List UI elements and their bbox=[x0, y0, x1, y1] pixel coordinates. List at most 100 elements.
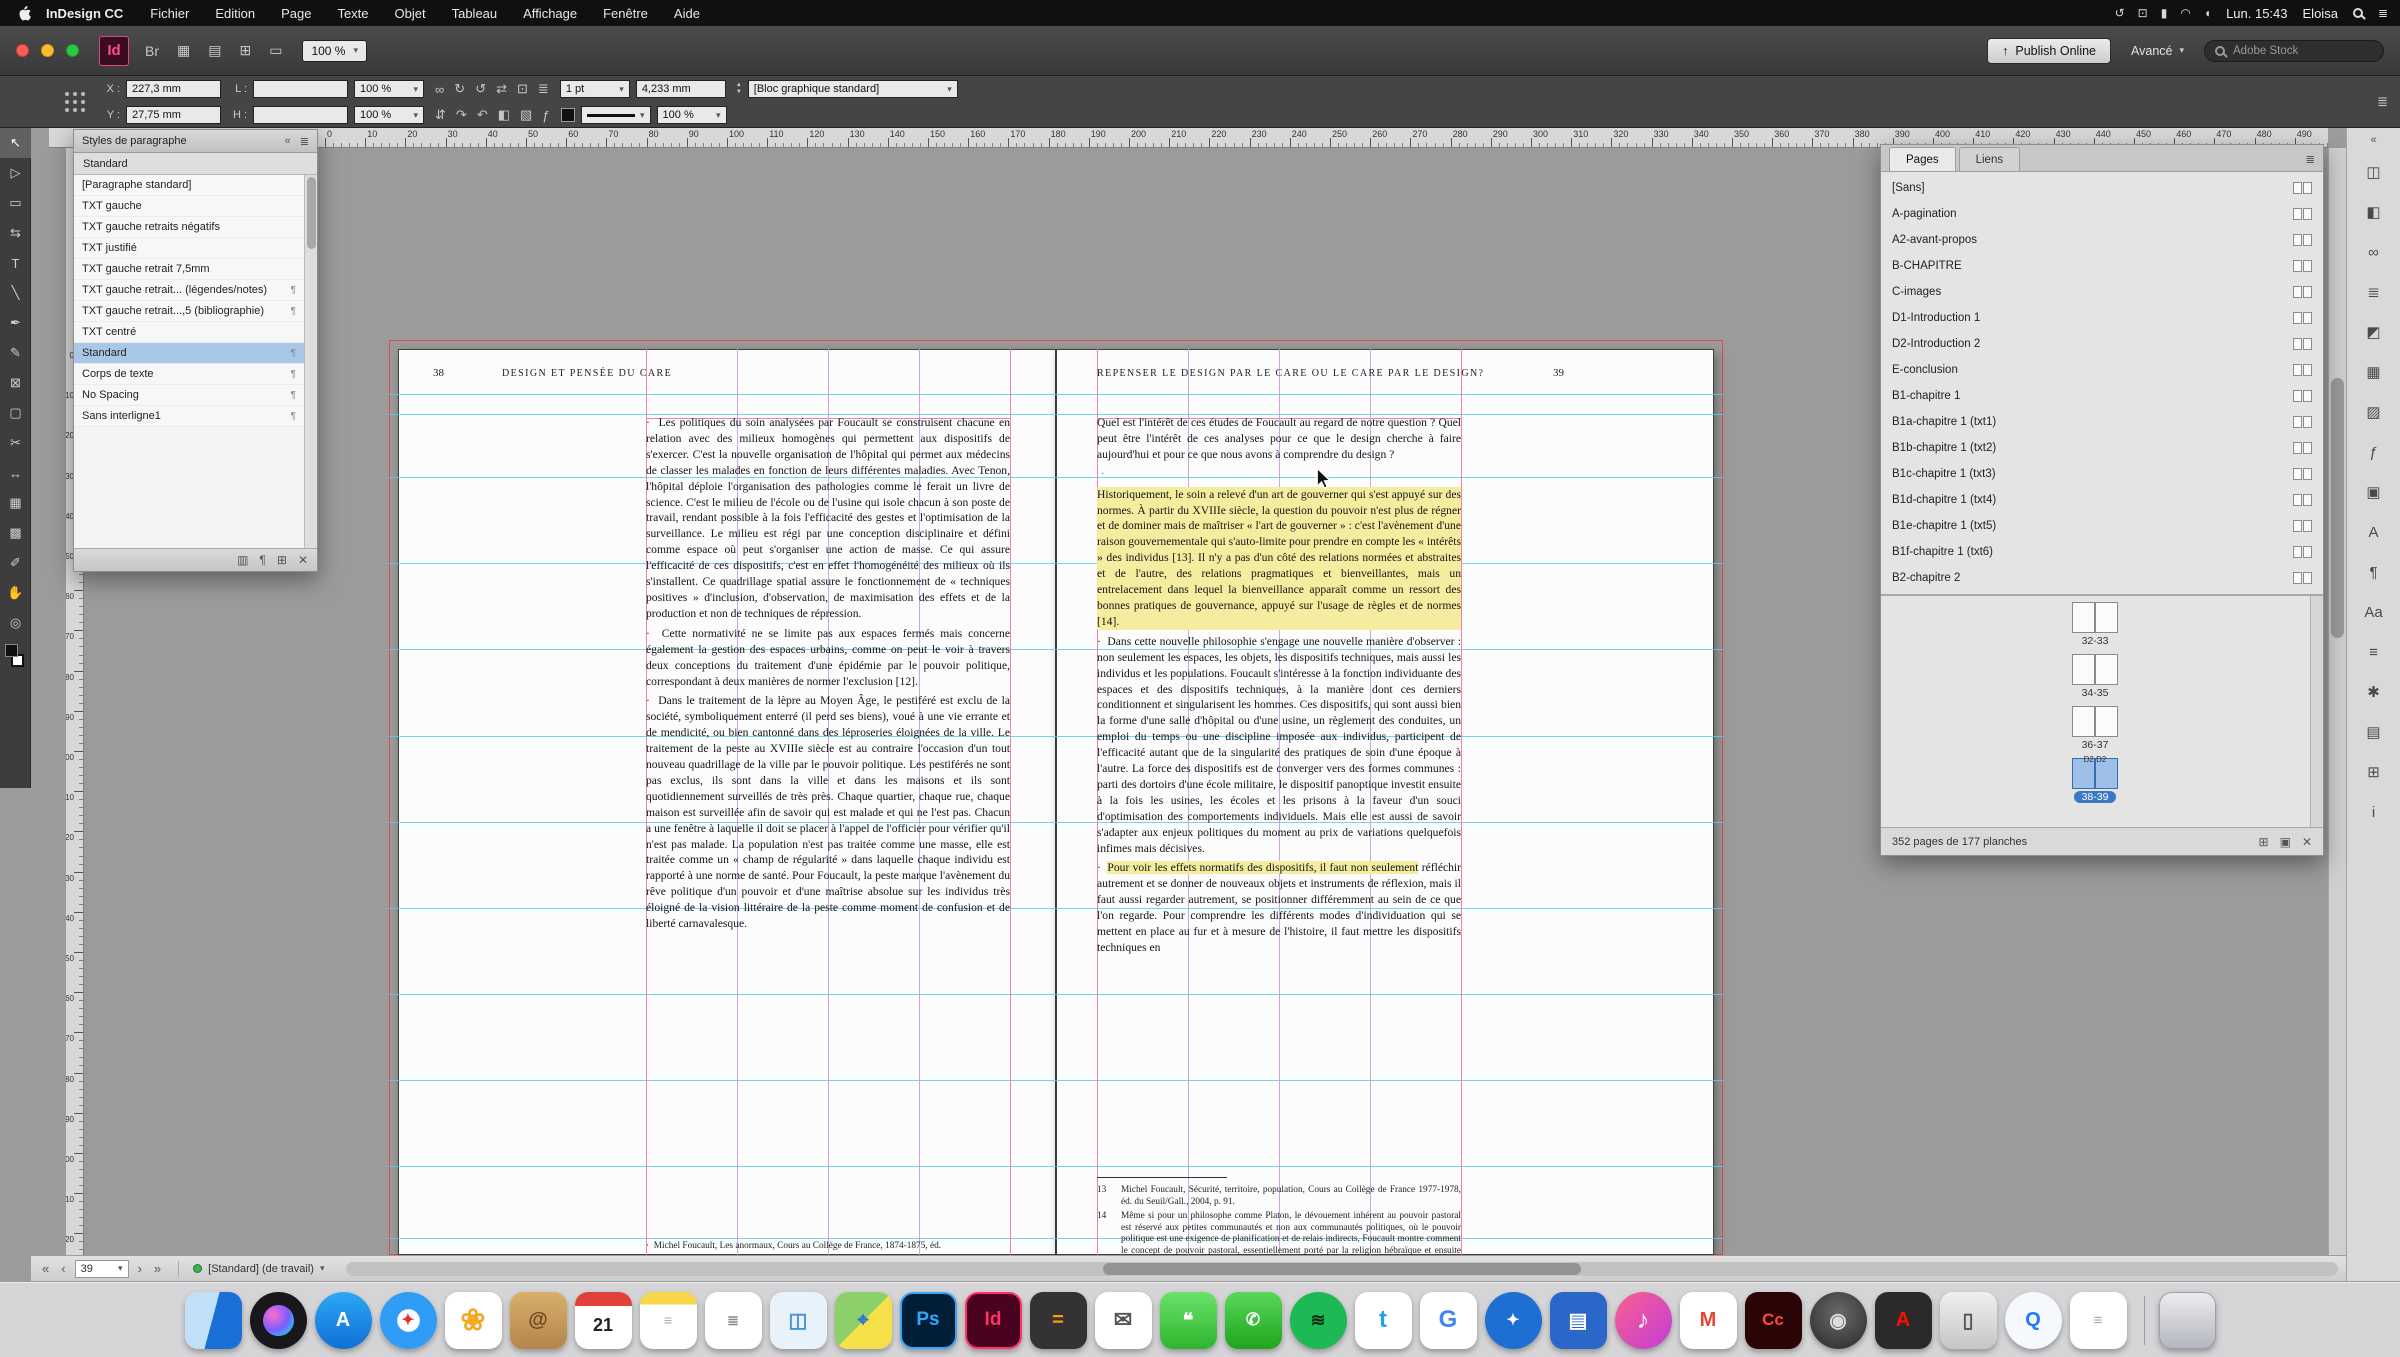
text-frame[interactable]: · Les politiques du soin analysées par F… bbox=[646, 415, 1010, 936]
dock-calendar[interactable]: 21 bbox=[575, 1292, 632, 1349]
menu-objet[interactable]: Objet bbox=[382, 6, 439, 21]
clear-overrides-icon[interactable]: ¶ bbox=[259, 553, 265, 567]
stroke-weight-icon[interactable]: ≣ bbox=[533, 81, 554, 97]
dock-music[interactable]: ♪ bbox=[1615, 1292, 1672, 1349]
app-menu-title[interactable]: InDesign CC bbox=[46, 6, 123, 21]
fill-swatch[interactable] bbox=[5, 644, 18, 657]
rectangle-tool[interactable]: ▢ bbox=[0, 398, 31, 428]
zoom-button[interactable] bbox=[66, 44, 79, 57]
dock-dial[interactable]: ◉ bbox=[1810, 1292, 1867, 1349]
story-editor-panel-icon[interactable]: ▤ bbox=[2357, 712, 2391, 752]
width-field[interactable] bbox=[253, 80, 348, 98]
select-container-icon[interactable]: ⊡ bbox=[512, 81, 533, 97]
panel-collapse-icon[interactable]: « bbox=[285, 135, 291, 148]
height-field[interactable] bbox=[253, 106, 348, 124]
effects-panel-icon[interactable]: ƒ bbox=[2357, 432, 2391, 472]
dock-gmail[interactable]: M bbox=[1680, 1292, 1737, 1349]
battery-icon[interactable]: ▮ bbox=[2161, 6, 2168, 20]
spread-38-39[interactable]: D2 D238-39 bbox=[2072, 758, 2118, 803]
flip-vertical-icon[interactable]: ◧ bbox=[493, 107, 515, 123]
gradient-feather-tool[interactable]: ▩ bbox=[0, 518, 31, 548]
master-row-13[interactable]: B1e-chapitre 1 (txt5) bbox=[1881, 513, 2323, 539]
scissors-tool[interactable]: ✂ bbox=[0, 428, 31, 458]
dock-creative-cloud[interactable]: Cc bbox=[1745, 1292, 1802, 1349]
glyphs-panel-icon[interactable]: ✱ bbox=[2357, 672, 2391, 712]
dock-mail[interactable]: ✉ bbox=[1095, 1292, 1152, 1349]
text-frame[interactable]: Quel est l'intérêt de ces études de Fouc… bbox=[1097, 415, 1461, 960]
master-row-3[interactable]: B-CHAPITRE bbox=[1881, 253, 2323, 279]
x-position-field[interactable]: 227,3 mm bbox=[126, 80, 221, 98]
panel-header[interactable]: Styles de paragraphe «≣ bbox=[74, 130, 317, 153]
menu-texte[interactable]: Texte bbox=[324, 6, 381, 21]
shear-icon[interactable]: ↷ bbox=[451, 107, 472, 123]
leading-stepper[interactable]: ▲ ▼ bbox=[736, 82, 742, 96]
workspace-dropdown[interactable]: Avancé ▾ bbox=[2131, 44, 2184, 58]
new-page-icon[interactable]: ▣ bbox=[2280, 835, 2291, 849]
color-panel-icon[interactable]: ◩ bbox=[2357, 312, 2391, 352]
dock-contacts[interactable]: @ bbox=[510, 1292, 567, 1349]
arrange-documents-icon[interactable]: ▤ bbox=[208, 42, 221, 59]
master-row-14[interactable]: B1f-chapitre 1 (txt6) bbox=[1881, 539, 2323, 565]
style-row-7[interactable]: TXT centré bbox=[74, 322, 304, 343]
dock-indesign[interactable]: Id bbox=[965, 1292, 1022, 1349]
gradient-panel-icon[interactable]: ▨ bbox=[2357, 392, 2391, 432]
vertical-scrollbar[interactable] bbox=[2328, 148, 2346, 1255]
wrap-icon[interactable]: ▧ bbox=[515, 107, 537, 123]
notification-center-icon[interactable]: ≣ bbox=[2378, 6, 2388, 20]
next-page-button[interactable]: › bbox=[135, 1261, 145, 1276]
screen-mode-icon[interactable]: ⊞ bbox=[239, 42, 251, 59]
rotate-icon[interactable]: ↶ bbox=[472, 107, 493, 123]
y-position-field[interactable]: 27,75 mm bbox=[126, 106, 221, 124]
flip-horizontal-icon[interactable]: ⇄ bbox=[491, 81, 512, 97]
master-row-8[interactable]: B1-chapitre 1 bbox=[1881, 383, 2323, 409]
master-row-10[interactable]: B1b-chapitre 1 (txt2) bbox=[1881, 435, 2323, 461]
pencil-tool[interactable]: ✎ bbox=[0, 338, 31, 368]
panel-menu-icon[interactable]: ≣ bbox=[2305, 152, 2315, 171]
page-tool[interactable]: ▭ bbox=[0, 188, 31, 218]
selection-tool[interactable]: ↖ bbox=[0, 128, 31, 158]
hand-tool[interactable]: ✋ bbox=[0, 578, 31, 608]
publish-online-button[interactable]: ↑ Publish Online bbox=[1987, 38, 2111, 64]
stroke-panel-icon[interactable]: ≣ bbox=[2357, 272, 2391, 312]
user-menu[interactable]: Eloisa bbox=[2303, 6, 2338, 21]
style-row-4[interactable]: TXT gauche retrait 7,5mm bbox=[74, 259, 304, 280]
style-row-9[interactable]: Corps de texte¶ bbox=[74, 364, 304, 385]
effects-icon[interactable]: ƒ bbox=[537, 108, 554, 123]
dock-docs[interactable]: ▤ bbox=[1550, 1292, 1607, 1349]
character-styles-panel-icon[interactable]: A bbox=[2357, 512, 2391, 552]
rotate-90-cw-icon[interactable]: ↻ bbox=[449, 81, 470, 97]
object-style-dropdown[interactable]: [Bloc graphique standard] ▾ bbox=[748, 80, 958, 98]
dock-siri[interactable] bbox=[250, 1292, 307, 1349]
master-row-7[interactable]: E-conclusion bbox=[1881, 357, 2323, 383]
link-dimensions-icon[interactable]: ⇵ bbox=[430, 107, 451, 123]
new-style-icon[interactable]: ⊞ bbox=[277, 553, 287, 567]
panel-menu-icon[interactable]: ≣ bbox=[300, 135, 309, 148]
spread-32-33[interactable]: 32-33 bbox=[2072, 602, 2118, 647]
dock-notes[interactable]: ≡ bbox=[640, 1292, 697, 1349]
dock-safari[interactable]: ✦ bbox=[380, 1292, 437, 1349]
style-row-5[interactable]: TXT gauche retrait... (légendes/notes)¶ bbox=[74, 280, 304, 301]
type-tool[interactable]: T bbox=[0, 248, 31, 278]
delete-style-icon[interactable]: ✕ bbox=[298, 553, 308, 567]
paragraph-panel-icon[interactable]: ≡ bbox=[2357, 632, 2391, 672]
info-panel-icon[interactable]: i bbox=[2357, 792, 2391, 832]
vertical-scrollbar-thumb[interactable] bbox=[2331, 378, 2344, 638]
master-row-6[interactable]: D2-Introduction 2 bbox=[1881, 331, 2323, 357]
expand-panels-icon[interactable]: « bbox=[2370, 134, 2376, 152]
frame-tool[interactable]: ⊠ bbox=[0, 368, 31, 398]
dock-spotify[interactable]: ≋ bbox=[1290, 1292, 1347, 1349]
stroke-weight-field[interactable]: 1 pt ▾ bbox=[560, 80, 630, 98]
menu-fenêtre[interactable]: Fenêtre bbox=[590, 6, 661, 21]
stroke-style-dropdown[interactable]: ▾ bbox=[581, 106, 651, 124]
master-row-4[interactable]: C-images bbox=[1881, 279, 2323, 305]
styles-scrollbar-thumb[interactable] bbox=[307, 177, 316, 249]
layers-panel-icon[interactable]: ◧ bbox=[2357, 192, 2391, 232]
dock-app-store[interactable]: A bbox=[315, 1292, 372, 1349]
master-row-2[interactable]: A2-avant-propos bbox=[1881, 227, 2323, 253]
style-row-0[interactable]: [Paragraphe standard] bbox=[74, 175, 304, 196]
volume-icon[interactable]: ◖ bbox=[2204, 6, 2211, 20]
eyedropper-tool[interactable]: ✐ bbox=[0, 548, 31, 578]
direct-selection-tool[interactable]: ▷ bbox=[0, 158, 31, 188]
dock-document[interactable]: ≡ bbox=[2070, 1292, 2127, 1349]
dock-finder[interactable] bbox=[185, 1292, 242, 1349]
